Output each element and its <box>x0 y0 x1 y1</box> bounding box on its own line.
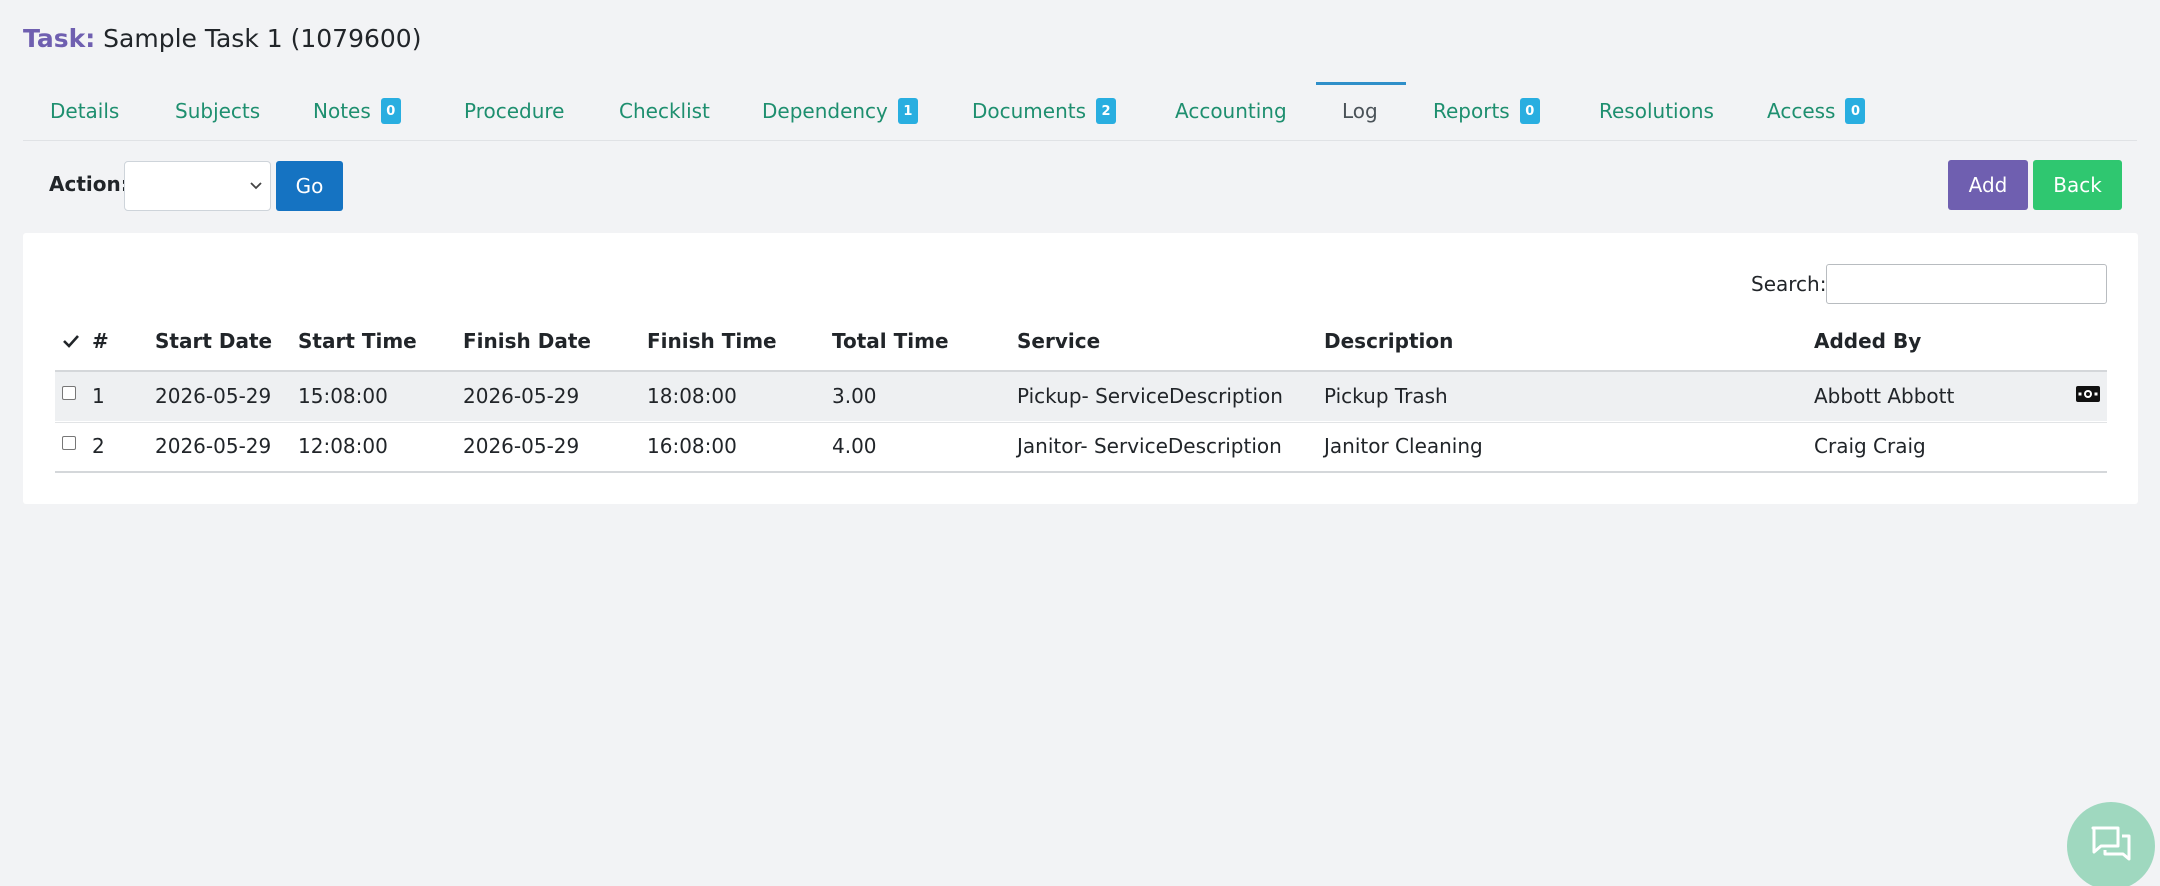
add-button[interactable]: Add <box>1948 160 2028 210</box>
col-header-finish-time[interactable]: Finish Time <box>647 329 777 353</box>
row-checkbox[interactable] <box>62 386 76 400</box>
col-header-start-date[interactable]: Start Date <box>155 329 272 353</box>
col-header-description[interactable]: Description <box>1324 329 1453 353</box>
col-header-finish-date[interactable]: Finish Date <box>463 329 591 353</box>
col-header-num[interactable]: # <box>92 329 109 353</box>
go-button[interactable]: Go <box>276 161 343 211</box>
row-start-date: 2026-05-29 <box>155 434 272 458</box>
chat-button[interactable] <box>2067 802 2155 886</box>
page-title: Task: Sample Task 1 (1079600) <box>23 24 421 53</box>
col-header-start-time[interactable]: Start Time <box>298 329 417 353</box>
tab-accounting[interactable]: Accounting <box>1175 82 1287 140</box>
tab-details[interactable]: Details <box>50 82 119 140</box>
tab-subjects[interactable]: Subjects <box>175 82 260 140</box>
row-finish-date: 2026-05-29 <box>463 384 580 408</box>
search-label: Search: <box>1751 272 1827 296</box>
row-description: Janitor Cleaning <box>1324 434 1483 458</box>
row-service: Pickup- ServiceDescription <box>1017 384 1283 408</box>
search-input[interactable] <box>1826 264 2107 304</box>
money-bill-icon[interactable] <box>2076 386 2100 406</box>
row-total-time: 4.00 <box>832 434 877 458</box>
tab-documents[interactable]: Documents 2 <box>972 82 1117 140</box>
row-finish-time: 18:08:00 <box>647 384 737 408</box>
task-name: Sample Task 1 (1079600) <box>103 24 422 53</box>
col-header-added-by[interactable]: Added By <box>1814 329 1921 353</box>
row-added-by: Abbott Abbott <box>1814 384 1955 408</box>
notes-count-badge: 0 <box>380 98 401 124</box>
access-count-badge: 0 <box>1845 98 1866 124</box>
tab-log[interactable]: Log <box>1342 82 1378 140</box>
row-finish-time: 16:08:00 <box>647 434 737 458</box>
row-checkbox[interactable] <box>62 436 76 450</box>
reports-count-badge: 0 <box>1519 98 1540 124</box>
tab-access[interactable]: Access 0 <box>1767 82 1866 140</box>
tab-procedure[interactable]: Procedure <box>464 82 565 140</box>
col-header-total-time[interactable]: Total Time <box>832 329 949 353</box>
row-description: Pickup Trash <box>1324 384 1448 408</box>
row-start-date: 2026-05-29 <box>155 384 272 408</box>
row-service: Janitor- ServiceDescription <box>1017 434 1282 458</box>
chat-bubbles-icon <box>2090 825 2132 867</box>
select-all-check-icon[interactable] <box>62 330 80 354</box>
tab-reports[interactable]: Reports 0 <box>1433 82 1540 140</box>
row-finish-date: 2026-05-29 <box>463 434 580 458</box>
documents-count-badge: 2 <box>1096 98 1117 124</box>
tab-dependency[interactable]: Dependency 1 <box>762 82 918 140</box>
row-num: 1 <box>92 384 105 408</box>
row-total-time: 3.00 <box>832 384 877 408</box>
tab-resolutions[interactable]: Resolutions <box>1599 82 1714 140</box>
col-header-service[interactable]: Service <box>1017 329 1100 353</box>
table-bottom-divider <box>55 471 2107 473</box>
row-num: 2 <box>92 434 105 458</box>
row-start-time: 12:08:00 <box>298 434 388 458</box>
row-start-time: 15:08:00 <box>298 384 388 408</box>
back-button[interactable]: Back <box>2033 160 2122 210</box>
tab-notes[interactable]: Notes 0 <box>313 82 401 140</box>
page-title-label: Task: <box>23 24 96 53</box>
action-label: Action: <box>49 172 129 196</box>
dependency-count-badge: 1 <box>897 98 918 124</box>
chevron-down-icon <box>250 176 262 195</box>
action-select[interactable] <box>124 161 271 211</box>
tab-checklist[interactable]: Checklist <box>619 82 710 140</box>
row-added-by: Craig Craig <box>1814 434 1926 458</box>
tab-bar: Details Subjects Notes 0 Procedure Checkl… <box>23 82 2137 141</box>
